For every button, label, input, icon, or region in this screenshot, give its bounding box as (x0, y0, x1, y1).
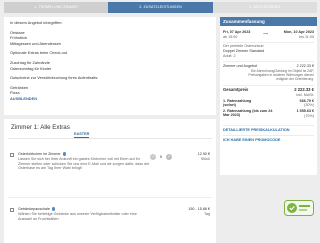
arrow-right-icon: ⟶ (263, 32, 269, 36)
room-name: Doppel Zimmer Standard (223, 49, 265, 53)
info-icon[interactable] (62, 152, 66, 156)
summary-title: Zusammenfassung (220, 17, 317, 26)
summary-divider (223, 125, 314, 126)
summary-divider (223, 85, 314, 86)
step-bestaetigung: 3. BESTÄTIGUNG (212, 2, 317, 13)
quantity-plus-button[interactable]: + (166, 154, 172, 160)
installment2-value: 1 555.63 € (296, 109, 314, 113)
extra-name-text: Getränkepauschale (18, 207, 50, 211)
total-value: 2 222.33 € (294, 87, 314, 92)
extra-name: Osterkörbchen im Zimmer (18, 152, 66, 157)
currency-fine-print: Die Abrechnung/Zahlung im Objekt ist ZAP… (248, 69, 314, 81)
quantity-stepper: − 0 + (150, 154, 172, 160)
extra-price-unit: Stück (200, 157, 210, 161)
checkout-date: Mon, 10 Apr 2023 (283, 30, 314, 34)
step-zusatzleistungen[interactable]: 2. ZUSATZLEISTUNGEN (108, 2, 213, 13)
extra-checkbox[interactable] (10, 153, 14, 157)
extra-checkbox[interactable] (10, 208, 14, 212)
hide-link[interactable]: AUSBLENDEN (10, 96, 37, 101)
extra-name-text: Osterkörbchen im Zimmer (18, 152, 61, 156)
summary-divider (223, 135, 314, 136)
checkout-time: bis 11:00 (299, 35, 314, 39)
tab-divider (8, 138, 212, 139)
extra-price-unit: Tag (204, 212, 210, 216)
included-item: Pizza (10, 90, 20, 96)
summary-divider (223, 42, 314, 43)
checkin-time: ab 15:00 (223, 35, 238, 39)
included-card: In diesem Angebot inbegriffen: Ortstaxe … (4, 17, 216, 115)
package-name: Der perfekte Osterurlaub (223, 44, 264, 48)
installment2-label: 2. Ratenzahlung (bis zum 24 Mar 2023) (223, 109, 273, 118)
installment2-percent: (70%) (304, 114, 314, 118)
room-title: Zimmer 1: Alle Extras (11, 124, 70, 131)
room-extras-card: Zimmer 1: Alle Extras EASTER Osterkörbch… (4, 119, 216, 243)
extra-description: Wählen Sie beliebige Getränke aus unsere… (18, 212, 137, 221)
quantity-value: 0 (159, 154, 163, 159)
extra-divider (8, 197, 212, 198)
extra-price: 150 - 15.86 € (188, 207, 210, 211)
booking-stepper: 1. TERMIN UND ZIMMER 2. ZUSATZLEISTUNGEN… (4, 2, 317, 13)
total-label: Gesamtpreis (223, 87, 249, 92)
checkin-date: Fri, 07 Apr 2023 (223, 30, 251, 34)
info-icon[interactable] (52, 207, 56, 211)
price-breakdown-link[interactable]: DETAILLIERTE PREISKALKULATION (223, 128, 314, 132)
installment1-percent: (30%) (304, 103, 314, 107)
extra-item: Getränkepauschale Wählen Sie beliebige G… (10, 207, 210, 237)
summary-card: Zusammenfassung Fri, 07 Apr 2023 ab 15:0… (220, 17, 317, 175)
quantity-minus-button[interactable]: − (150, 154, 156, 160)
total-tax-note: inkl. MwSt. (296, 93, 314, 97)
extra-name: Getränkepauschale (18, 207, 56, 212)
step-termin[interactable]: 1. TERMIN UND ZIMMER (4, 2, 109, 13)
summary-divider (223, 61, 314, 62)
guest-count: Adult: 2 (223, 54, 236, 58)
extra-item: Osterkörbchen im Zimmer Lassen Sie sich … (10, 152, 210, 186)
promo-code-link[interactable]: ICH HABE EINEN PROMOCODE (223, 138, 314, 142)
installment1-sub: (sofort) (223, 103, 236, 107)
extra-price: 12.90 € (197, 152, 210, 156)
extra-description: Lassen Sie sich bei Ihrer Ankunft ein ga… (18, 157, 150, 171)
room-price-label: Zimmer und Angebot (223, 64, 258, 68)
secure-badge-icon (284, 200, 314, 216)
room-price-value: 2 222.33 € (296, 64, 314, 68)
